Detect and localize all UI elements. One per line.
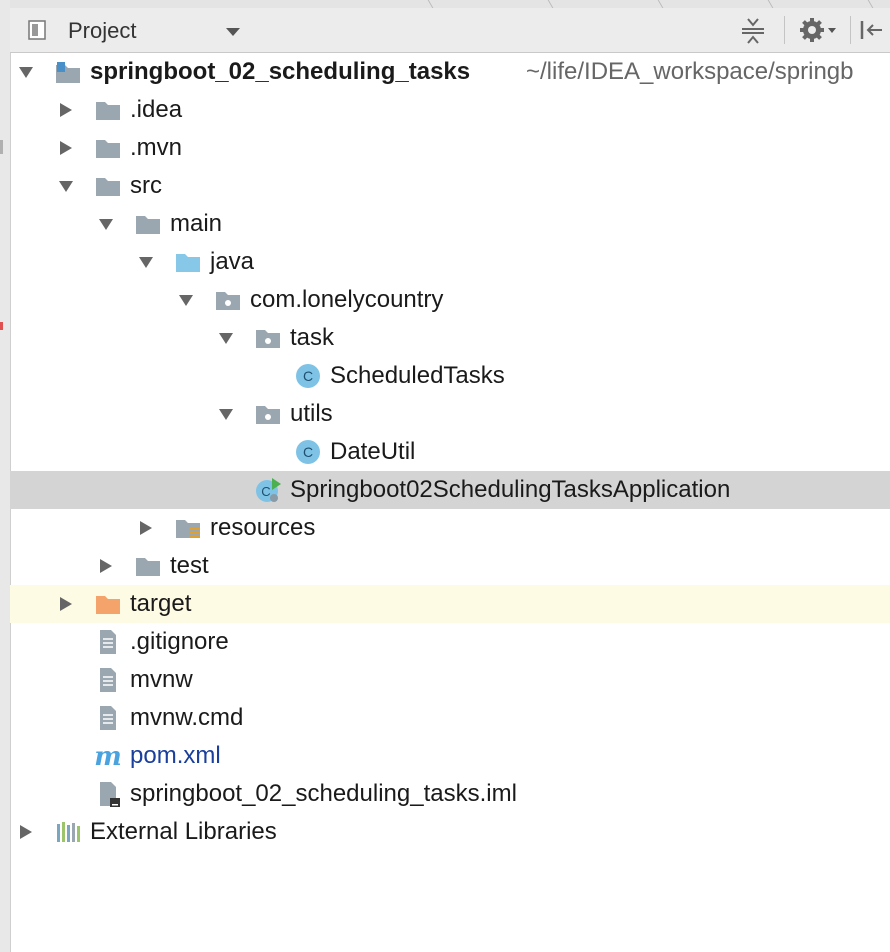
chevron-down-icon[interactable] bbox=[226, 28, 240, 36]
iml-file-icon bbox=[100, 782, 120, 807]
collapse-all-icon[interactable] bbox=[738, 16, 768, 44]
folder-icon bbox=[136, 216, 160, 234]
tree-item-java[interactable]: java bbox=[10, 243, 890, 281]
resources-folder-icon bbox=[176, 520, 200, 538]
tree-item-target[interactable]: target bbox=[10, 585, 890, 623]
gutter-marker bbox=[0, 140, 3, 154]
class-icon: C bbox=[296, 440, 320, 464]
project-toolbar: Project bbox=[10, 8, 890, 53]
folder-icon bbox=[96, 178, 120, 196]
tree-item-label: target bbox=[130, 590, 192, 617]
maven-icon: m bbox=[94, 743, 122, 769]
tree-item-src[interactable]: src bbox=[10, 167, 890, 205]
tree-item-label: utils bbox=[290, 400, 333, 427]
tree-item-iml[interactable]: springboot_02_scheduling_tasks.iml bbox=[10, 775, 890, 813]
tree-item-utils[interactable]: utils bbox=[10, 395, 890, 433]
tree-item-label: task bbox=[290, 324, 335, 351]
tree-item-package[interactable]: com.lonelycountry bbox=[10, 281, 890, 319]
tree-item-task[interactable]: task bbox=[10, 319, 890, 357]
class-icon: C bbox=[296, 364, 320, 388]
tree-item-application[interactable]: C Springboot02SchedulingTasksApplication bbox=[10, 471, 890, 509]
tree-item-mvnw[interactable]: mvnw bbox=[10, 661, 890, 699]
text-file-icon bbox=[100, 706, 116, 730]
package-icon bbox=[216, 292, 240, 310]
collapsed-arrow-icon[interactable] bbox=[98, 558, 114, 574]
tree-item-label: pom.xml bbox=[130, 742, 221, 769]
toolbar-separator bbox=[850, 16, 851, 44]
folder-icon bbox=[136, 558, 160, 576]
svg-text:C: C bbox=[261, 484, 270, 499]
collapsed-arrow-icon[interactable] bbox=[58, 140, 74, 156]
tree-item-label: Springboot02SchedulingTasksApplication bbox=[290, 476, 731, 503]
tree-item-label: mvnw bbox=[130, 666, 193, 693]
tree-item-label: src bbox=[130, 172, 162, 199]
tree-item-label: .idea bbox=[130, 96, 183, 123]
expanded-arrow-icon[interactable] bbox=[18, 64, 34, 80]
tree-item-mvn[interactable]: .mvn bbox=[10, 129, 890, 167]
tree-item-mvnw-cmd[interactable]: mvnw.cmd bbox=[10, 699, 890, 737]
libraries-icon bbox=[57, 822, 80, 842]
tree-item-label: springboot_02_scheduling_tasks.iml bbox=[130, 780, 517, 807]
svg-text:C: C bbox=[303, 368, 313, 384]
expanded-arrow-icon[interactable] bbox=[218, 406, 234, 422]
tree-item-label: .gitignore bbox=[130, 628, 229, 655]
tree-item-label: resources bbox=[210, 514, 316, 541]
error-marker bbox=[0, 322, 3, 330]
collapsed-arrow-icon[interactable] bbox=[138, 520, 154, 536]
hide-panel-icon[interactable] bbox=[858, 16, 888, 44]
expanded-arrow-icon[interactable] bbox=[58, 178, 74, 194]
tree-item-label: test bbox=[170, 552, 209, 579]
expanded-arrow-icon[interactable] bbox=[218, 330, 234, 346]
package-icon bbox=[256, 406, 280, 424]
toolbar-separator bbox=[784, 16, 785, 44]
tree-item-label: java bbox=[210, 248, 255, 275]
tree-item-idea[interactable]: .idea bbox=[10, 91, 890, 129]
tree-item-label: .mvn bbox=[130, 134, 183, 161]
tree-item-scheduledtasks[interactable]: C ScheduledTasks bbox=[10, 357, 890, 395]
package-icon bbox=[256, 330, 280, 348]
tree-item-test[interactable]: test bbox=[10, 547, 890, 585]
tree-item-label: External Libraries bbox=[90, 818, 277, 845]
module-path: ~/life/IDEA_workspace/springb bbox=[526, 58, 854, 85]
svg-text:m: m bbox=[94, 743, 122, 769]
tree-item-label: com.lonelycountry bbox=[250, 286, 444, 313]
text-file-icon bbox=[100, 668, 116, 692]
folder-icon bbox=[96, 102, 120, 120]
tree-item-label: main bbox=[170, 210, 223, 237]
expanded-arrow-icon[interactable] bbox=[98, 216, 114, 232]
expanded-arrow-icon[interactable] bbox=[178, 292, 194, 308]
tree-item-external-libraries[interactable]: External Libraries bbox=[10, 813, 890, 851]
tree-item-resources[interactable]: resources bbox=[10, 509, 890, 547]
tree-item-main[interactable]: main bbox=[10, 205, 890, 243]
tree-item-label: springboot_02_scheduling_tasks bbox=[90, 58, 471, 85]
svg-text:C: C bbox=[303, 444, 313, 460]
module-folder-icon bbox=[56, 62, 80, 83]
source-root-folder-icon bbox=[176, 254, 200, 272]
spring-boot-class-icon: C bbox=[256, 478, 281, 502]
tree-item-label: DateUtil bbox=[330, 438, 416, 465]
gear-icon[interactable] bbox=[798, 16, 840, 44]
project-view-icon[interactable] bbox=[28, 20, 46, 40]
text-file-icon bbox=[100, 630, 116, 654]
collapsed-arrow-icon[interactable] bbox=[58, 102, 74, 118]
project-view-selector[interactable]: Project bbox=[68, 18, 136, 44]
collapsed-arrow-icon[interactable] bbox=[18, 824, 34, 840]
tree-item-pom[interactable]: m pom.xml bbox=[10, 737, 890, 775]
excluded-folder-icon bbox=[96, 596, 120, 614]
expanded-arrow-icon[interactable] bbox=[138, 254, 154, 270]
tree-item-root[interactable]: springboot_02_scheduling_tasks ~/life/ID… bbox=[10, 53, 890, 91]
tree-item-gitignore[interactable]: .gitignore bbox=[10, 623, 890, 661]
collapsed-arrow-icon[interactable] bbox=[58, 596, 74, 612]
folder-icon bbox=[96, 140, 120, 158]
tree-item-label: ScheduledTasks bbox=[330, 362, 505, 389]
tree-item-dateutil[interactable]: C DateUtil bbox=[10, 433, 890, 471]
tree-item-label: mvnw.cmd bbox=[130, 704, 244, 731]
